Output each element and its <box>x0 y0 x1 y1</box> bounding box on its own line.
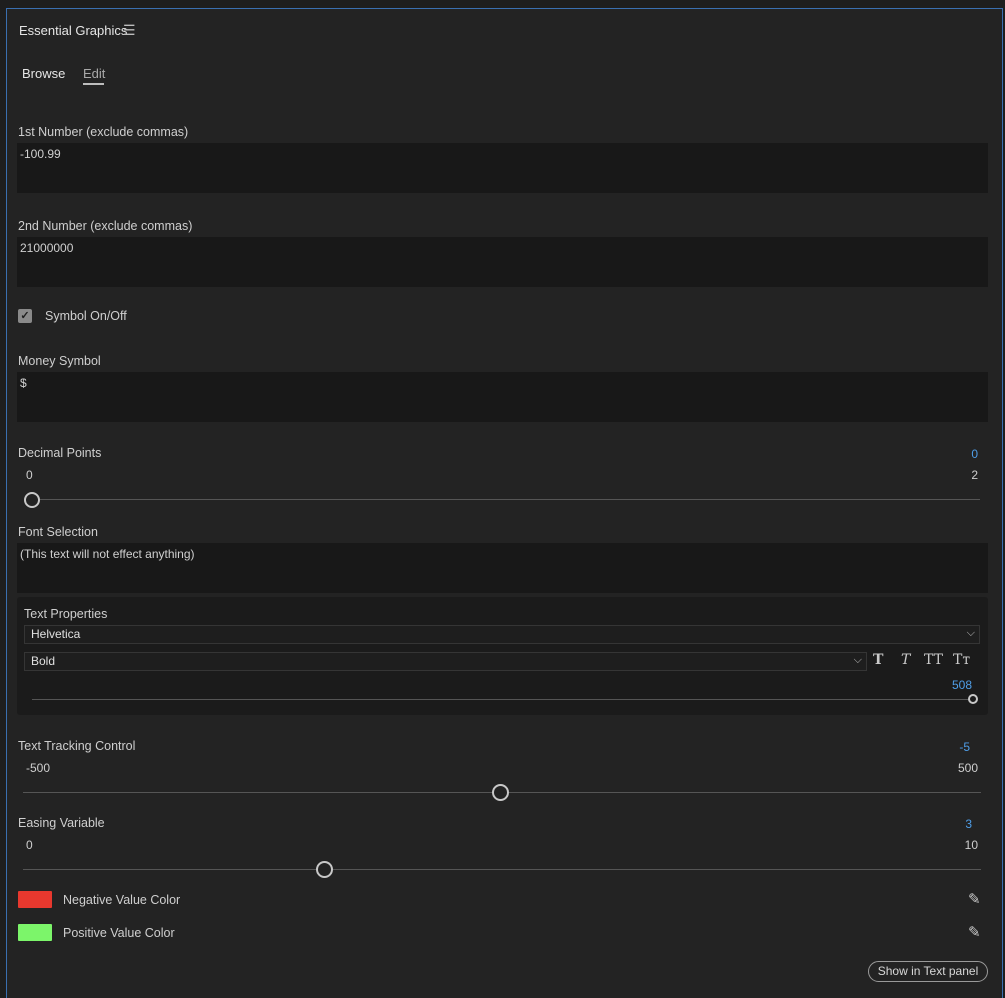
font-family-dropdown[interactable]: Helvetica ⌵ <box>24 625 980 644</box>
small-caps-button[interactable]: Tт <box>953 652 970 668</box>
font-size-track[interactable] <box>32 699 972 700</box>
text-tracking-label: Text Tracking Control <box>18 739 136 753</box>
faux-italic-button[interactable]: T <box>901 652 910 668</box>
second-number-field[interactable]: 21000000 <box>17 237 988 287</box>
panel-title: Essential Graphics <box>19 23 128 38</box>
positive-color-label: Positive Value Color <box>63 926 175 940</box>
tab-browse[interactable]: Browse <box>22 66 65 81</box>
eyedropper-icon[interactable]: ✎ <box>968 890 981 908</box>
font-selection-label: Font Selection <box>18 525 98 539</box>
negative-color-label: Negative Value Color <box>63 893 181 907</box>
font-size-slider-knob[interactable] <box>968 694 978 704</box>
easing-variable-slider-knob[interactable] <box>316 861 333 878</box>
hamburger-menu-icon[interactable]: ☰ <box>123 22 136 39</box>
money-symbol-label: Money Symbol <box>18 354 101 368</box>
font-size-value[interactable]: 508 <box>952 678 972 692</box>
easing-variable-value[interactable]: 3 <box>965 817 972 831</box>
font-style-value: Bold <box>31 654 56 668</box>
font-family-value: Helvetica <box>31 627 81 641</box>
first-number-label: 1st Number (exclude commas) <box>18 125 189 139</box>
faux-bold-button[interactable]: T <box>873 652 883 668</box>
decimal-points-label: Decimal Points <box>18 446 102 460</box>
show-in-text-panel-button[interactable]: Show in Text panel <box>868 961 988 982</box>
chevron-down-icon: ⌵ <box>853 654 862 666</box>
decimal-points-min: 0 <box>26 468 33 482</box>
chevron-down-icon: ⌵ <box>966 627 975 639</box>
easing-variable-track[interactable] <box>23 869 981 870</box>
money-symbol-field[interactable]: $ <box>17 372 988 422</box>
eyedropper-icon[interactable]: ✎ <box>968 923 981 941</box>
text-tracking-min: -500 <box>26 761 51 775</box>
font-style-dropdown[interactable]: Bold ⌵ <box>24 652 867 671</box>
symbol-checkbox[interactable]: ✓ <box>18 309 32 323</box>
decimal-points-max: 2 <box>971 468 978 482</box>
text-tracking-value[interactable]: -5 <box>959 740 970 754</box>
positive-color-swatch[interactable] <box>18 924 52 941</box>
active-tab-indicator <box>83 83 104 85</box>
first-number-field[interactable]: -100.99 <box>17 143 988 193</box>
text-properties-label: Text Properties <box>24 607 108 621</box>
essential-graphics-panel: Essential Graphics ☰ Browse Edit 1st Num… <box>6 8 1003 998</box>
symbol-checkbox-label: Symbol On/Off <box>45 309 127 323</box>
decimal-points-slider-knob[interactable] <box>24 492 40 508</box>
text-tracking-max: 500 <box>957 761 978 775</box>
tab-edit[interactable]: Edit <box>83 66 105 81</box>
decimal-points-value[interactable]: 0 <box>971 447 978 461</box>
text-tracking-slider-knob[interactable] <box>492 784 509 801</box>
decimal-points-track[interactable] <box>39 499 980 500</box>
all-caps-button[interactable]: TT <box>924 652 943 668</box>
easing-variable-min: 0 <box>26 838 33 852</box>
font-selection-field[interactable]: (This text will not effect anything) <box>17 543 988 593</box>
second-number-label: 2nd Number (exclude commas) <box>18 219 193 233</box>
easing-variable-label: Easing Variable <box>18 816 105 830</box>
easing-variable-max: 10 <box>964 838 978 852</box>
negative-color-swatch[interactable] <box>18 891 52 908</box>
